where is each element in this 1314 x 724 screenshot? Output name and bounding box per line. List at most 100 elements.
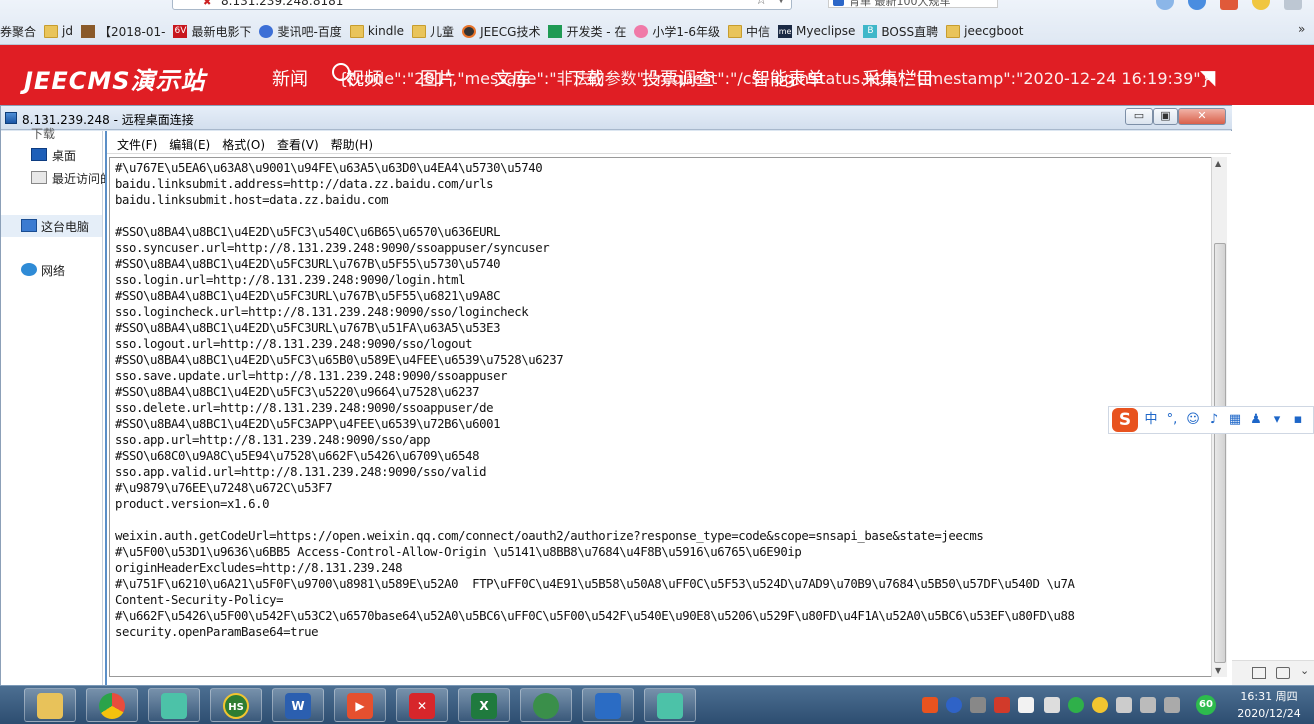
taskbar-xmind[interactable]: ✕ (396, 688, 448, 722)
menu-view[interactable]: 查看(V) (267, 134, 319, 153)
network-icon[interactable] (1140, 697, 1156, 713)
chevron-down-icon[interactable]: ⌄ (1300, 664, 1309, 677)
toolbox-icon[interactable]: ▪ (1290, 412, 1306, 428)
bookmark-item[interactable]: 小学1-6年级 (634, 22, 720, 40)
scroll-down-icon[interactable]: ▼ (1215, 666, 1221, 675)
keyboard-icon[interactable]: ▦ (1227, 412, 1243, 428)
bookmark-item[interactable]: jeecgboot (946, 22, 1023, 40)
bookmark-item[interactable]: me Myeclipse (778, 22, 855, 40)
ime-mode-toggle[interactable]: 中 (1143, 412, 1159, 428)
tray-icon[interactable] (970, 697, 986, 713)
tray-icon[interactable] (1018, 697, 1034, 713)
bookmark-item[interactable]: 中信 (728, 22, 770, 40)
editor-line: #SSO\u8BA4\u8BC1\u4E2D\u5FC3URL\u767B\u5… (115, 289, 501, 303)
microphone-icon[interactable]: ♪ (1206, 412, 1222, 428)
editor-line: #SSO\u8BA4\u8BC1\u4E2D\u5FC3\u540C\u6B65… (115, 225, 501, 239)
search-tab[interactable]: 背单 最新100大规车 (828, 0, 998, 8)
bookmark-item[interactable]: B BOSS直聘 (863, 22, 938, 40)
tray-icon[interactable] (1092, 697, 1108, 713)
input-icon[interactable] (1116, 697, 1132, 713)
sogou-ime-logo[interactable]: S (1112, 408, 1138, 432)
editor-line: #\u751F\u6210\u6A21\u5F0F\u9700\u8981\u5… (115, 577, 1075, 591)
sync-icon[interactable] (1188, 0, 1206, 10)
profile-icon[interactable] (1156, 0, 1174, 10)
nav-item-this-pc[interactable]: 这台电脑 (41, 218, 89, 235)
taskbar-heidisql[interactable]: HS (210, 688, 262, 722)
minimize-button[interactable]: ▭ (1125, 108, 1153, 125)
sogou-tray-icon[interactable] (922, 697, 938, 713)
editor-line: sso.app.valid.url=http://8.131.239.248:9… (115, 465, 487, 479)
nav-item-recent[interactable]: 最近访问的 (52, 170, 112, 187)
skin-icon[interactable]: ▾ (1269, 412, 1285, 428)
menu-icon[interactable] (1284, 0, 1302, 10)
bookmark-item[interactable]: 斐讯吧-百度 (259, 22, 342, 40)
bookmark-item[interactable]: JEECG技术 (462, 22, 540, 40)
bookmark-item[interactable]: 【2018-01- (80, 22, 165, 40)
menu-edit[interactable]: 编辑(E) (159, 134, 210, 153)
menu-format[interactable]: 格式(O) (212, 134, 265, 153)
restore-button[interactable]: ▣ (1153, 108, 1178, 125)
taskbar-media[interactable]: ▶ (334, 688, 386, 722)
taskbar-word[interactable]: W (272, 688, 324, 722)
editor-line: #\u767E\u5EA6\u63A8\u9001\u94FE\u63A5\u6… (115, 161, 543, 175)
bookmark-item[interactable]: kindle (349, 22, 404, 40)
taskbar-excel[interactable]: X (458, 688, 510, 722)
nav-item-desktop[interactable]: 桌面 (52, 147, 76, 164)
clock[interactable]: 16:31 周四 2020/12/24 (1226, 688, 1312, 722)
bookmark-item[interactable]: 开发类 - 在 (548, 22, 626, 40)
address-bar[interactable]: ✖ 8.131.239.248:8181 ☆ ▼ (172, 0, 792, 10)
editor-line: sso.login.url=http://8.131.239.248:9090/… (115, 273, 466, 287)
scroll-up-icon[interactable]: ▲ (1215, 159, 1221, 168)
taskbar-browser[interactable] (520, 688, 572, 722)
chrome-icon (99, 693, 125, 719)
user-icon[interactable]: ♟ (1248, 412, 1264, 428)
nav-item-news[interactable]: 新闻 (272, 65, 308, 91)
volume-icon[interactable] (1164, 697, 1180, 713)
text-editor[interactable]: #\u767E\u5EA6\u63A8\u9001\u94FE\u63A5\u6… (109, 157, 1211, 677)
wechat-icon[interactable] (1068, 697, 1084, 713)
nav-item-downloads-partial[interactable]: 下载 (31, 125, 55, 142)
nav-item-network[interactable]: 网络 (41, 262, 65, 279)
bookmark-label: 儿童 (430, 24, 455, 39)
address-text[interactable]: 8.131.239.248:8181 (221, 0, 343, 8)
bookmark-item[interactable]: jd (44, 22, 73, 40)
bookmark-item[interactable]: 6V 最新电影下 (173, 22, 251, 40)
taskbar-explorer[interactable] (24, 688, 76, 722)
extension-icon[interactable] (1220, 0, 1238, 10)
notification-icon[interactable] (1044, 697, 1060, 713)
taskbar-notepad[interactable] (148, 688, 200, 722)
start-button[interactable] (4, 688, 26, 722)
rdp-titlebar[interactable]: 8.131.239.248 - 远程桌面连接 ▭ ▣ ✕ (1, 106, 1233, 130)
star-icon[interactable]: ☆ (755, 0, 767, 8)
tray-icon[interactable] (994, 697, 1010, 713)
mascot-icon[interactable] (1252, 0, 1270, 10)
editor-line: sso.app.url=http://8.131.239.248:9090/ss… (115, 433, 431, 447)
help-icon[interactable] (946, 697, 962, 713)
window-icon[interactable] (1276, 667, 1290, 679)
remote-desktop-icon (5, 112, 17, 124)
chevron-down-icon[interactable]: ▼ (777, 0, 785, 5)
rss-icon[interactable]: ◥ (1200, 65, 1222, 89)
bookmarks-more-button[interactable]: » (1298, 22, 1314, 40)
taskbar-remote-desktop[interactable] (582, 688, 634, 722)
bookmark-label: 开发类 - 在 (566, 24, 627, 39)
menu-help[interactable]: 帮助(H) (321, 134, 373, 153)
background-page-edge (1232, 105, 1314, 685)
ime-punctuation-toggle[interactable]: °, (1164, 412, 1180, 428)
computer-icon (21, 219, 37, 232)
taskbar: HS W ▶ ✕ X 60 16:31 周四 2020/12/24 (0, 685, 1314, 724)
taskbar-notepad-2[interactable] (644, 688, 696, 722)
window-icon[interactable] (1252, 667, 1266, 679)
bookmark-label: Myeclipse (796, 24, 856, 38)
menu-file[interactable]: 文件(F) (107, 134, 157, 153)
emoji-icon[interactable]: ☺ (1185, 412, 1201, 428)
scrollbar-thumb[interactable] (1214, 243, 1226, 663)
play-icon: ▶ (347, 693, 373, 719)
taskbar-chrome[interactable] (86, 688, 138, 722)
bookmark-item[interactable]: 券聚合 (0, 22, 36, 40)
close-button[interactable]: ✕ (1178, 108, 1226, 125)
bookmark-item[interactable]: 儿童 (412, 22, 454, 40)
site-logo[interactable]: JEECMS演示站 (24, 61, 206, 96)
battery-badge[interactable]: 60 (1196, 695, 1216, 715)
